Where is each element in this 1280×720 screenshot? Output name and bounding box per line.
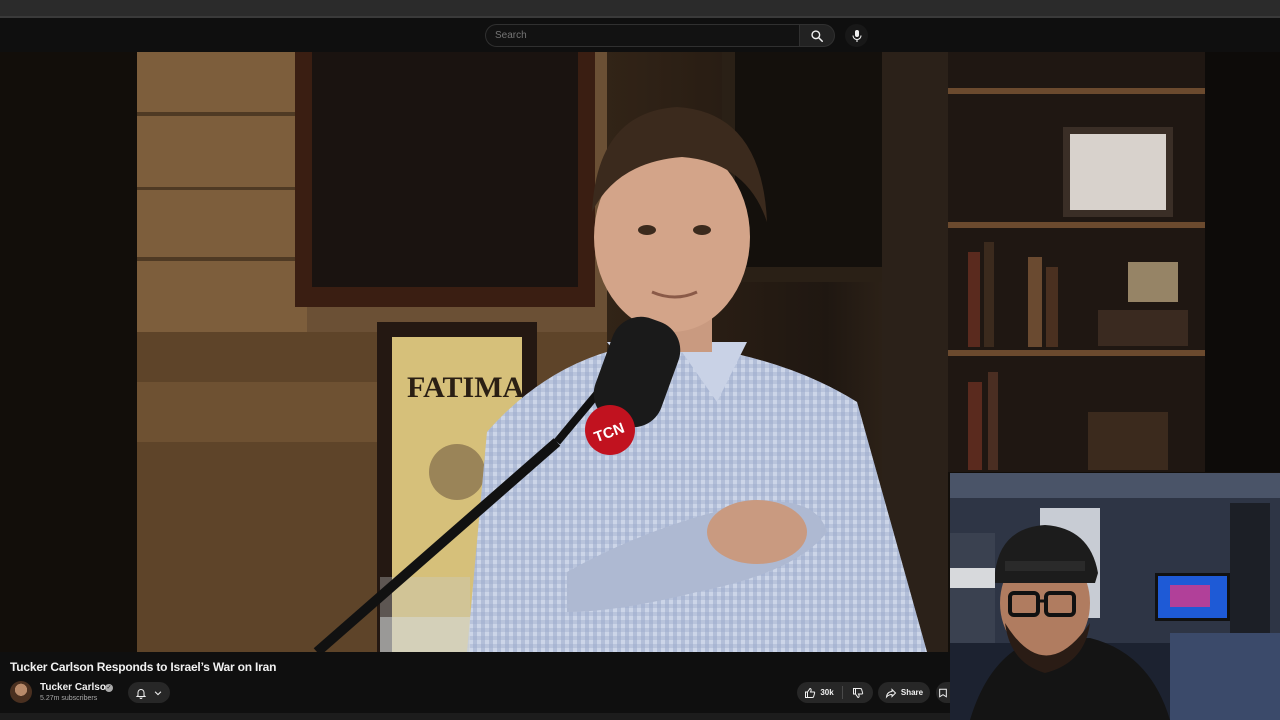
subscriber-count: 5.27m subscribers (40, 695, 98, 702)
verified-icon: ✓ (105, 684, 113, 692)
search-button[interactable] (799, 24, 835, 47)
dislike-button[interactable] (843, 682, 873, 703)
bookshelf-scene (948, 52, 1205, 472)
facecam-scene (950, 473, 1280, 720)
channel-avatar[interactable] (10, 681, 32, 703)
poster-text: FATIMA (407, 371, 525, 404)
voice-search-button[interactable] (845, 24, 868, 47)
masthead (0, 18, 1280, 52)
video-scene: FATIMA TCN (137, 52, 948, 652)
share-label: Share (900, 688, 924, 697)
mic-icon (851, 29, 862, 42)
save-icon (939, 688, 947, 698)
like-button[interactable]: 30k (797, 682, 841, 703)
channel-name[interactable]: Tucker Carlson (40, 682, 112, 693)
search-icon (811, 29, 824, 42)
share-button[interactable]: Share (878, 682, 930, 703)
share-icon (885, 687, 897, 699)
like-count: 30k (820, 688, 834, 697)
notifications-button[interactable] (128, 682, 170, 703)
thumbs-up-icon (805, 687, 816, 698)
video-title: Tucker Carlson Responds to Israel’s War … (10, 660, 277, 674)
video-frame[interactable]: FATIMA TCN (137, 52, 948, 652)
chevron-down-icon (155, 690, 162, 695)
facecam-overlay (950, 473, 1280, 720)
bell-icon (135, 688, 146, 699)
page-bottom-strip (0, 713, 950, 720)
like-dislike-group: 30k (797, 682, 873, 703)
browser-top-strip (0, 0, 1280, 18)
save-button[interactable] (936, 682, 950, 703)
player-right-margin (1205, 52, 1280, 472)
search-input[interactable] (485, 24, 799, 47)
thumbs-down-icon (853, 687, 864, 698)
